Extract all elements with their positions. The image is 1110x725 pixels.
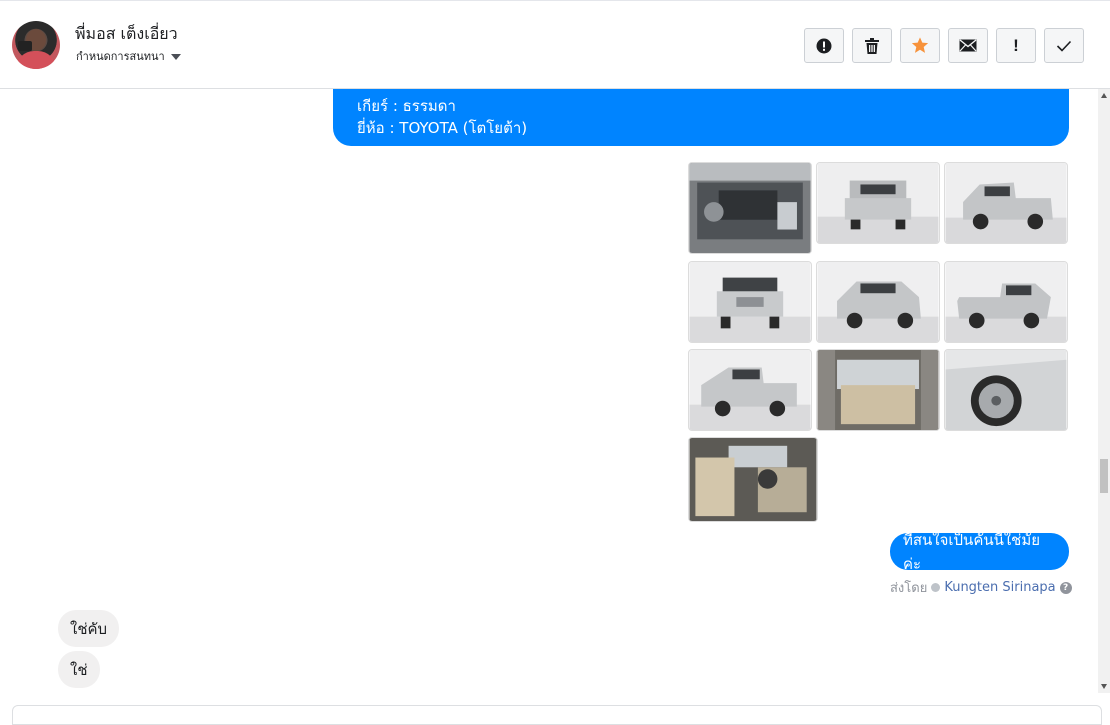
scroll-up-arrow-icon[interactable]: [1101, 93, 1107, 98]
photo-side-front[interactable]: [944, 261, 1068, 343]
mark-unread-button[interactable]: [948, 28, 988, 63]
caret-down-icon: [170, 53, 181, 60]
check-icon: [1056, 40, 1072, 52]
photo-rear[interactable]: [816, 162, 940, 244]
check-circle-icon: [931, 583, 941, 592]
contact-name[interactable]: พี่มอส เต็งเอี่ยว: [75, 22, 178, 47]
alert-icon: [816, 38, 832, 53]
conversation-toolbar: !: [804, 28, 1084, 63]
trash-icon: [865, 37, 879, 54]
photo-wheel[interactable]: [944, 349, 1068, 431]
mark-spam-button[interactable]: [804, 28, 844, 63]
message-line: เกียร์ : ธรรมดา: [357, 97, 456, 115]
help-icon[interactable]: ?: [1059, 581, 1072, 594]
assign-conversation-dropdown[interactable]: กำหนดการสนทนา: [76, 47, 181, 65]
envelope-icon: [959, 39, 977, 52]
mark-done-button[interactable]: [1044, 28, 1084, 63]
contact-avatar[interactable]: [12, 21, 60, 69]
delete-button[interactable]: [852, 28, 892, 63]
outgoing-message-details: เกียร์ : ธรรมดา ยี่ห้อ : TOYOTA (โตโยต้า…: [333, 89, 1069, 146]
photo-rear-left[interactable]: [688, 349, 812, 431]
agent-name-link[interactable]: Kungten Sirinapa: [944, 580, 1055, 595]
star-icon: [911, 37, 929, 53]
photo-engine[interactable]: [688, 162, 812, 254]
incoming-message: ใช่คับ: [58, 610, 120, 647]
message-line: ยี่ห้อ : TOYOTA (โตโยต้า): [357, 119, 528, 137]
photo-rear-side[interactable]: [944, 162, 1068, 244]
sent-by-info: ส่งโดย Kungten Sirinapa ?: [890, 577, 1072, 598]
message-composer[interactable]: [12, 705, 1102, 725]
message-scrollbar[interactable]: [1098, 89, 1110, 693]
scrollbar-thumb[interactable]: [1100, 459, 1108, 493]
scroll-down-arrow-icon[interactable]: [1101, 684, 1107, 689]
outgoing-message: ที่สนใจเป็นคันนี้ใช่มั้ยค่ะ: [890, 531, 1069, 573]
sent-by-label: ส่งโดย: [890, 581, 928, 596]
follow-up-button[interactable]: !: [996, 28, 1036, 63]
star-button[interactable]: [900, 28, 940, 63]
exclamation-icon: !: [1013, 35, 1019, 55]
photo-front-seats[interactable]: [688, 437, 818, 522]
incoming-message: ใช่: [58, 651, 100, 688]
assign-label: กำหนดการสนทนา: [76, 50, 165, 63]
photo-front-angle[interactable]: [816, 261, 940, 343]
conversation-header: พี่มอส เต็งเอี่ยว กำหนดการสนทนา !: [0, 0, 1110, 89]
photo-rear-seats[interactable]: [816, 349, 940, 431]
photo-front[interactable]: [688, 261, 812, 343]
